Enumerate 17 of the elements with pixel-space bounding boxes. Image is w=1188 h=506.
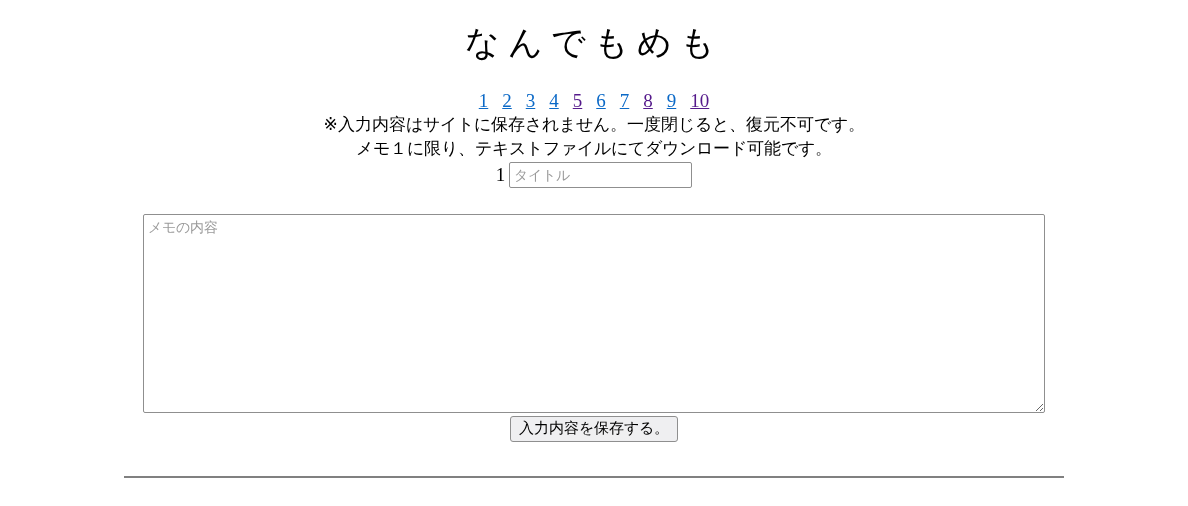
memo-link[interactable]: 3 <box>525 90 536 112</box>
save-button[interactable]: 入力内容を保存する。 <box>510 415 678 442</box>
title-field[interactable]: タイトル <box>509 162 693 189</box>
memo-content-field[interactable]: メモの内容 <box>143 213 1045 413</box>
memo-link[interactable]: 5 <box>572 90 583 112</box>
page-title: なんでもめも <box>465 21 723 64</box>
memo-link[interactable]: 9 <box>666 90 677 112</box>
memo-number: 1 <box>495 163 506 187</box>
memo-link[interactable]: 6 <box>596 90 606 112</box>
notice-text: ※入力内容はサイトに保存されません。一度閉じると、復元不可です。 <box>323 113 865 136</box>
memo-link[interactable]: 10 <box>690 90 710 112</box>
memo-link[interactable]: 8 <box>643 90 653 112</box>
memo-link[interactable]: 7 <box>619 90 630 112</box>
memo-link[interactable]: 4 <box>549 90 559 112</box>
memo-link[interactable]: 1 <box>478 90 489 112</box>
memo-link[interactable]: 2 <box>502 90 512 112</box>
notice-text: メモ１に限り、テキストファイルにてダウンロード可能です。 <box>356 137 832 160</box>
